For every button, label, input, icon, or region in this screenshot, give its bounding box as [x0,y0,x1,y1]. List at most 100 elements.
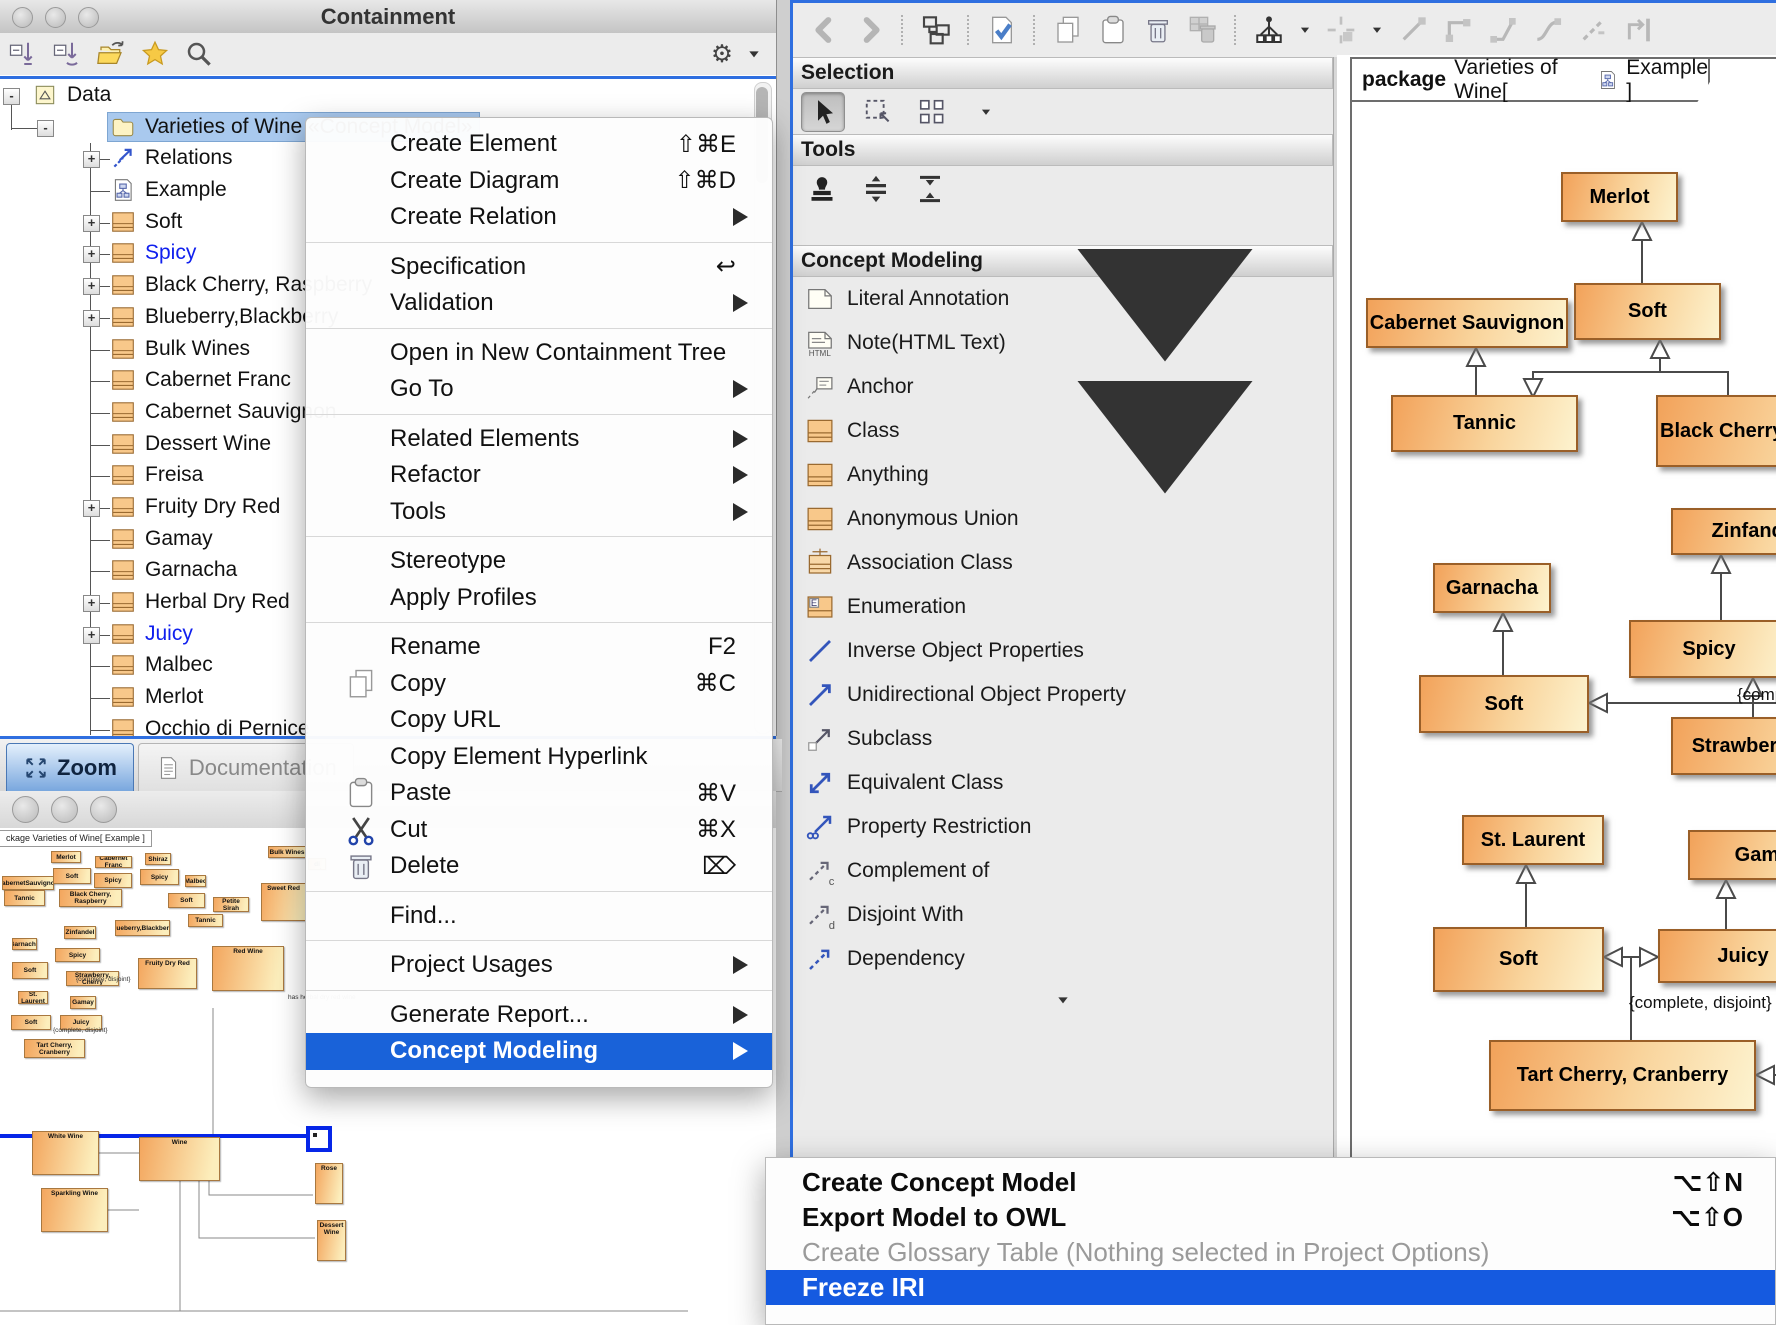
palette-tool-merge-vertical[interactable] [909,170,951,208]
minimap-class-box[interactable]: Spicy [94,873,132,888]
palette-item-disjoint-with[interactable]: dDisjoint With [793,893,1333,937]
tree-item-cell[interactable]: Cabernet Franc [108,366,297,394]
tree-item-cell[interactable]: Fruity Dry Red [108,493,286,521]
line-dashed-icon[interactable] [1577,14,1609,46]
minimap-class-box[interactable]: Fruity Dry Red [138,958,197,989]
minimap-class-box[interactable]: Shiraz [145,853,171,865]
tree-expander[interactable]: + [83,215,100,232]
palette-item-complement-of[interactable]: cComplement of [793,849,1333,893]
minimap-class-box[interactable]: Sparkling Wine [41,1188,108,1232]
minimap-class-box[interactable]: White Wine [32,1131,99,1175]
line-curve-icon[interactable] [1532,14,1564,46]
palette-tool-cursor[interactable] [801,92,845,132]
submenu-item-create-glossary-table-nothing-selected-in-project-options-[interactable]: Create Glossary Table (Nothing selected … [766,1235,1775,1270]
line-rectilinear-icon[interactable] [1442,14,1474,46]
minimap-class-box[interactable]: Soft [168,893,205,908]
menu-item-copy-element-hyperlink[interactable]: Copy Element Hyperlink [306,739,772,776]
palette-item-enumeration[interactable]: EEnumeration [793,585,1333,629]
tree-expander[interactable]: + [83,278,100,295]
minimap-class-box[interactable]: Gamay [70,996,96,1009]
copy-icon[interactable] [1052,14,1084,46]
center-element-icon[interactable] [1325,14,1357,46]
minimap-class-box[interactable]: Garnacha [12,938,37,950]
menu-item-paste[interactable]: Paste⌘V [306,775,772,812]
minimap-class-box[interactable]: Black Cherry, Raspberry [59,889,122,907]
submenu-item-create-concept-model[interactable]: Create Concept Model⌥⇧N [766,1165,1775,1200]
minimap-class-box[interactable]: Dessert Wine [317,1220,346,1261]
menu-item-rename[interactable]: RenameF2 [306,629,772,666]
palette-item-anonymous-union[interactable]: Anonymous Union [793,497,1333,541]
validate-diagram-icon[interactable] [986,14,1018,46]
class-box-juicy[interactable]: Juicy [1658,929,1776,983]
palette-item-association-class[interactable]: Association Class [793,541,1333,585]
palette-more-button[interactable] [793,981,1333,1019]
menu-item-validation[interactable]: Validation [306,285,772,322]
class-box-soft-mid[interactable]: Soft [1419,675,1589,733]
class-box-gamay[interactable]: Gamay [1688,830,1776,880]
tree-expander[interactable]: - [3,88,20,105]
menu-item-create-relation[interactable]: Create Relation [306,199,772,236]
minimap-class-box[interactable]: Tannic [188,914,223,927]
class-box-soft-bottom[interactable]: Soft [1433,927,1604,992]
tree-item-cell[interactable]: Malbec [108,651,219,679]
line-straight-icon[interactable] [1397,14,1429,46]
minimap-class-box[interactable]: Soft [53,868,91,884]
minimap-class-box[interactable]: Bulk Wines [268,846,306,858]
class-box-zinfandel[interactable]: Zinfandel [1671,508,1776,555]
minimap-class-box[interactable]: Tart Cherry, Cranberry [24,1039,85,1058]
diagram-canvas[interactable]: package Varieties of Wine[ Example ] Mer… [1337,55,1776,1158]
tree-item-cell[interactable]: Relations [108,144,239,172]
palette-tool-multi-select[interactable] [911,93,953,131]
minimap-class-box[interactable]: Malbec [185,875,206,887]
paste-icon[interactable] [1097,14,1129,46]
minimap-class-box[interactable]: Tannic [4,890,45,906]
swap-path-icon[interactable] [1622,14,1654,46]
tree-item-cell[interactable]: Soft [108,208,188,236]
layout-tree-icon[interactable] [1253,14,1285,46]
close-button[interactable] [12,796,39,823]
class-box-tannic[interactable]: Tannic [1391,395,1578,452]
submenu-item-freeze-iri[interactable]: Freeze IRI [766,1270,1775,1305]
palette-item-subclass[interactable]: Subclass [793,717,1333,761]
class-box-merlot[interactable]: Merlot [1561,172,1678,222]
palette-item-dependency[interactable]: Dependency [793,937,1333,981]
tree-item-cell[interactable]: Spicy [108,239,202,267]
class-box-spicy[interactable]: Spicy [1629,620,1776,678]
tree-item-cell[interactable]: Herbal Dry Red [108,588,296,616]
minimap-class-box[interactable]: Rose [315,1163,343,1204]
minimap-class-box[interactable]: Petite Sirah [213,897,249,912]
menu-item-go-to[interactable]: Go To [306,371,772,408]
minimap-class-box[interactable]: Wine [139,1137,220,1181]
menu-item-create-diagram[interactable]: Create Diagram⇧⌘D [306,163,772,200]
class-box-strawberry[interactable]: Strawberry, Cherry [1671,717,1776,775]
menu-item-concept-modeling[interactable]: Concept Modeling [306,1033,772,1070]
palette-item-class[interactable]: Class [793,409,1333,453]
class-box-st-laurent[interactable]: St. Laurent [1462,815,1604,865]
tree-expander[interactable]: + [83,310,100,327]
tree-expander[interactable]: + [83,500,100,517]
minimap-class-box[interactable]: Soft [12,962,48,979]
palette-tool-split-vertical[interactable] [855,170,897,208]
class-box-garnacha[interactable]: Garnacha [1433,563,1551,613]
tree-expander[interactable]: + [83,627,100,644]
menu-item-copy[interactable]: Copy⌘C [306,666,772,703]
menu-item-delete[interactable]: Delete⌦ [306,848,772,885]
palette-item-anything[interactable]: Anything [793,453,1333,497]
minimize-button[interactable] [51,796,78,823]
tree-item-cell[interactable]: Juicy [108,620,199,648]
minimap-class-box[interactable]: Soft [11,1015,51,1030]
class-box-soft-top[interactable]: Soft [1574,283,1721,340]
tree-item-data[interactable]: -Data [0,80,750,112]
tree-expander[interactable]: + [83,595,100,612]
palette-item-unidirectional-object-property[interactable]: Unidirectional Object Property [793,673,1333,717]
tree-item-cell[interactable]: Occhio di Pernice [108,715,316,736]
tree-expander[interactable]: + [83,151,100,168]
tree-item-cell[interactable]: Garnacha [108,556,243,584]
tree-item-cell[interactable]: Dessert Wine [108,430,277,458]
tree-item-cell[interactable]: Freisa [108,461,209,489]
menu-item-stereotype[interactable]: Stereotype [306,543,772,580]
minimap-class-box[interactable]: Spicy [140,869,179,885]
menu-item-apply-profiles[interactable]: Apply Profiles [306,580,772,617]
minimap-class-box[interactable]: St. Laurent [18,991,48,1004]
menu-item-specification[interactable]: Specification↩ [306,249,772,286]
